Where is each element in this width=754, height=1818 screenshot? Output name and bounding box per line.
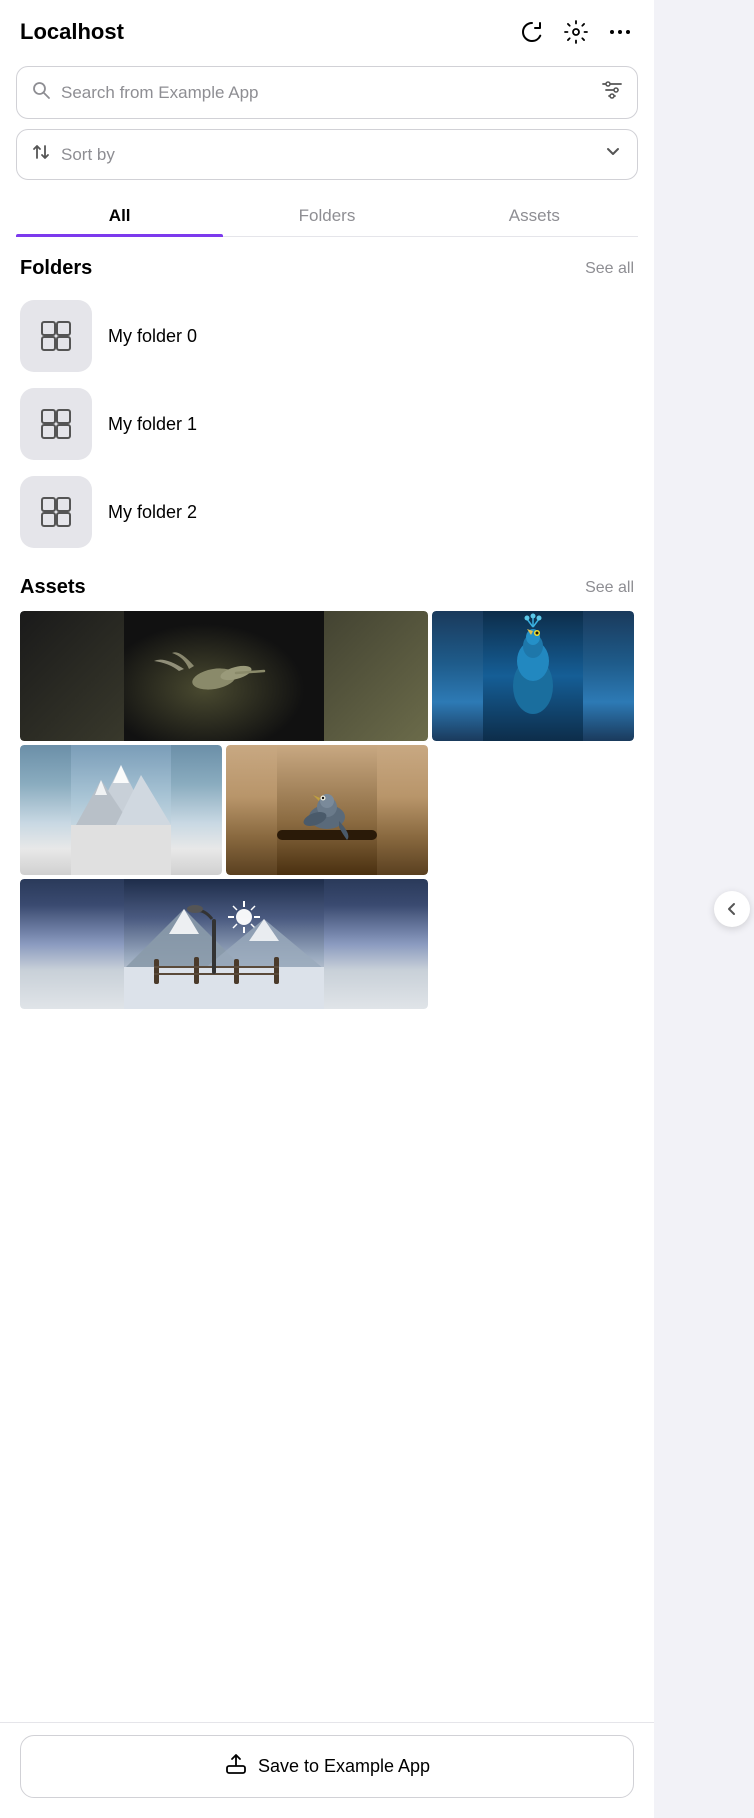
more-options-icon[interactable]	[606, 18, 634, 46]
asset-peacock[interactable]	[432, 611, 634, 741]
assets-title: Assets	[20, 576, 86, 599]
folder-item-0[interactable]: My folder 0	[0, 292, 654, 380]
asset-hummingbird[interactable]	[20, 611, 428, 741]
header: Localhost	[0, 0, 654, 62]
chevron-down-icon	[603, 142, 623, 167]
save-upload-icon	[224, 1752, 248, 1781]
asset-mountain-winter[interactable]	[20, 879, 428, 1009]
filter-icon[interactable]	[601, 79, 623, 106]
folder-name-0: My folder 0	[108, 326, 197, 347]
folder-item-2[interactable]: My folder 2	[0, 468, 654, 556]
folder-thumb-1	[20, 388, 92, 460]
sort-label: Sort by	[61, 145, 603, 165]
scrollbar-area	[654, 0, 754, 1818]
tabs: All Folders Assets	[16, 194, 638, 237]
assets-see-all[interactable]: See all	[585, 579, 634, 597]
save-button-label: Save to Example App	[258, 1756, 430, 1777]
sort-icon	[31, 142, 51, 167]
search-bar[interactable]: Search from Example App	[16, 66, 638, 119]
tab-folders[interactable]: Folders	[223, 194, 430, 236]
header-actions	[518, 18, 634, 46]
settings-icon[interactable]	[562, 18, 590, 46]
folder-thumb-0	[20, 300, 92, 372]
tab-all[interactable]: All	[16, 194, 223, 236]
asset-small-bird[interactable]	[226, 745, 428, 875]
app-title: Localhost	[20, 19, 124, 45]
assets-grid	[0, 611, 654, 1009]
tab-assets[interactable]: Assets	[431, 194, 638, 236]
assets-section-header: Assets See all	[0, 556, 654, 611]
bottom-bar: Save to Example App	[0, 1722, 654, 1818]
folder-name-1: My folder 1	[108, 414, 197, 435]
scroll-chevron-icon[interactable]	[714, 891, 750, 927]
folder-name-2: My folder 2	[108, 502, 197, 523]
folders-section-header: Folders See all	[0, 237, 654, 292]
folders-see-all[interactable]: See all	[585, 260, 634, 278]
search-icon	[31, 80, 51, 105]
folder-item-1[interactable]: My folder 1	[0, 380, 654, 468]
search-placeholder: Search from Example App	[61, 83, 591, 103]
refresh-icon[interactable]	[518, 18, 546, 46]
folder-thumb-2	[20, 476, 92, 548]
folders-title: Folders	[20, 257, 92, 280]
save-to-app-button[interactable]: Save to Example App	[20, 1735, 634, 1798]
sort-bar[interactable]: Sort by	[16, 129, 638, 180]
asset-mountain1[interactable]	[20, 745, 222, 875]
